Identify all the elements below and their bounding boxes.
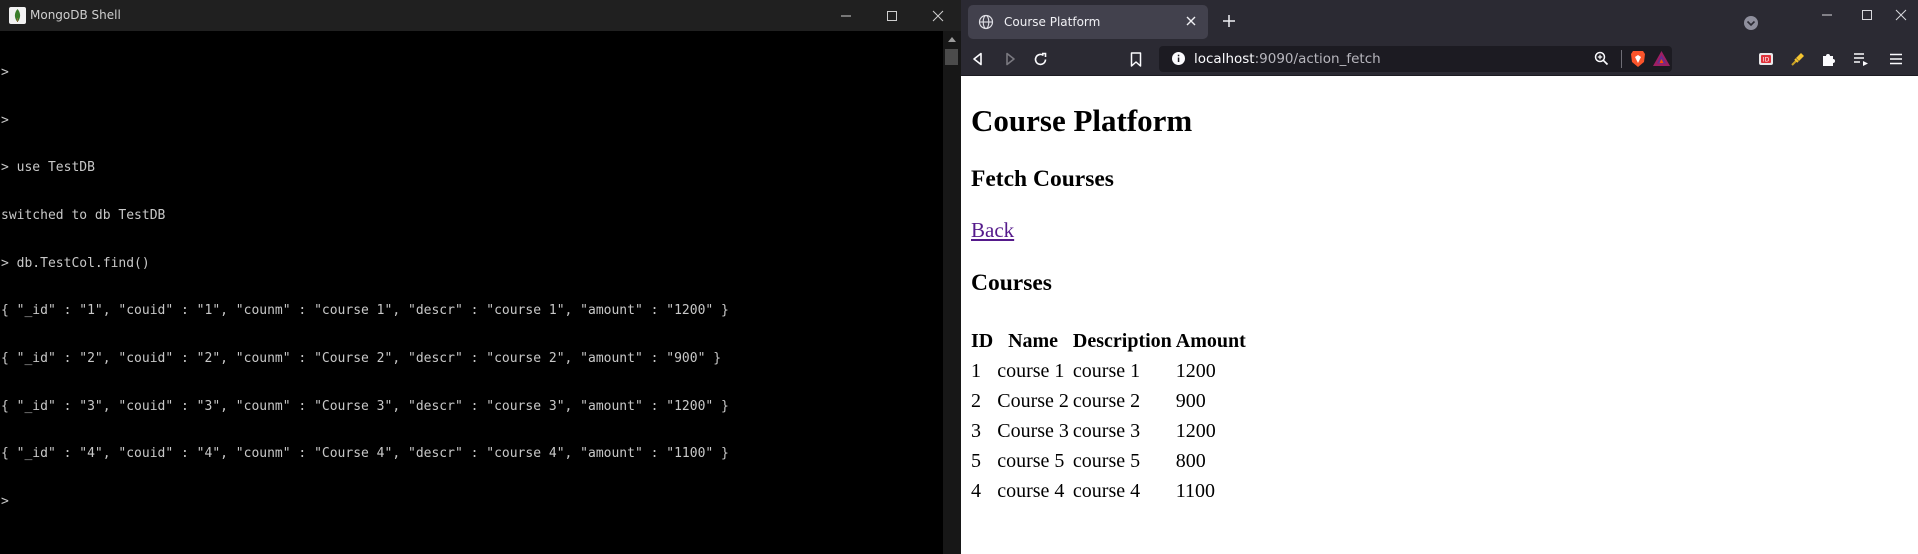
cell-name: course 4 — [997, 479, 1065, 502]
cell-name: Course 2 — [997, 389, 1069, 412]
extension-adblock-icon[interactable]: ID — [1753, 46, 1779, 72]
cell-id: 2 — [971, 389, 981, 412]
terminal-close-button[interactable] — [915, 0, 961, 31]
browser-maximize-button[interactable] — [1850, 0, 1884, 30]
cell-description: course 1 — [1072, 359, 1141, 382]
mongodb-leaf-icon — [9, 7, 26, 24]
cell-amount: 1100 — [1175, 479, 1216, 502]
brave-shield-icon[interactable] — [1630, 50, 1646, 73]
browser-minimize-button[interactable] — [1804, 0, 1850, 30]
terminal-line: { "_id" : "2", "couid" : "2", "counm" : … — [1, 351, 722, 367]
terminal-line: > — [1, 112, 9, 128]
cell-description: course 2 — [1072, 389, 1141, 412]
mongodb-shell-window: MongoDB Shell > > > use TestDB switched … — [0, 0, 961, 554]
cell-name: course 5 — [997, 449, 1065, 472]
courses-heading: Courses — [971, 270, 1052, 296]
zoom-icon[interactable] — [1594, 51, 1609, 71]
terminal-line: { "_id" : "3", "couid" : "3", "counm" : … — [1, 398, 729, 414]
browser-toolbar: localhost:9090/action_fetch ID — [961, 43, 1918, 76]
terminal-line: > — [1, 64, 9, 80]
terminal-prompt-line: > — [1, 494, 9, 510]
column-header-description: Description — [1072, 329, 1172, 352]
url-text[interactable]: localhost:9090/action_fetch — [1194, 51, 1381, 67]
terminal-line: > use TestDB — [1, 160, 95, 176]
terminal-minimize-button[interactable] — [823, 0, 869, 31]
terminal-maximize-button[interactable] — [869, 0, 915, 31]
browser-tab[interactable]: Course Platform — [968, 5, 1208, 39]
menu-hamburger-icon[interactable] — [1885, 46, 1907, 72]
cell-id: 3 — [971, 419, 981, 442]
browser-close-button[interactable] — [1884, 0, 1918, 30]
column-header-name: Name — [1008, 329, 1059, 352]
terminal-line: switched to db TestDB — [1, 207, 166, 223]
cell-amount: 800 — [1175, 449, 1206, 472]
terminal-line: { "_id" : "1", "couid" : "1", "counm" : … — [1, 303, 729, 319]
media-playlist-icon[interactable] — [1848, 46, 1874, 72]
list-all-tabs-icon[interactable] — [1743, 15, 1759, 31]
table-row: 1 course 1 course 1 1200 — [971, 356, 1246, 386]
extensions-puzzle-icon[interactable] — [1816, 46, 1842, 72]
table-row: 2 Course 2 course 2 900 — [971, 386, 1246, 416]
url-host: localhost — [1194, 51, 1255, 67]
cell-id: 1 — [971, 359, 981, 382]
terminal-title: MongoDB Shell — [30, 8, 121, 22]
page-subtitle: Fetch Courses — [971, 166, 1114, 192]
brave-rewards-triangle-icon[interactable] — [1653, 51, 1670, 71]
info-icon[interactable] — [1171, 51, 1186, 71]
cell-id: 5 — [971, 449, 981, 472]
tab-title: Course Platform — [1004, 15, 1101, 29]
terminal-line: { "_id" : "4", "couid" : "4", "counm" : … — [1, 446, 729, 462]
new-tab-plus-icon[interactable] — [1219, 11, 1239, 31]
cell-description: course 5 — [1072, 449, 1141, 472]
page-title: Course Platform — [971, 103, 1193, 138]
terminal-scroll-thumb[interactable] — [945, 49, 958, 65]
table-row: 4 course 4 course 4 1100 — [971, 476, 1246, 506]
back-arrow-icon[interactable] — [965, 46, 991, 72]
table-row: 5 course 5 course 5 800 — [971, 446, 1246, 476]
globe-icon — [978, 14, 994, 35]
terminal-output[interactable]: > > > use TestDB switched to db TestDB >… — [0, 31, 941, 554]
bookmark-icon[interactable] — [1123, 46, 1149, 72]
back-link[interactable]: Back — [971, 218, 1014, 243]
column-header-id: ID — [971, 329, 994, 352]
cell-id: 4 — [971, 479, 981, 502]
terminal-line: > db.TestCol.find() — [1, 255, 150, 271]
browser-tab-strip: Course Platform — [961, 0, 1918, 43]
terminal-titlebar[interactable]: MongoDB Shell — [0, 0, 961, 31]
cell-amount: 1200 — [1175, 359, 1216, 382]
url-path: :9090/action_fetch — [1254, 51, 1381, 67]
urlbar-separator — [1621, 50, 1622, 68]
cell-name: Course 3 — [997, 419, 1069, 442]
cell-name: course 1 — [997, 359, 1065, 382]
terminal-scrollbar[interactable] — [943, 31, 961, 554]
courses-table: ID Name Description Amount 1 course 1 co… — [967, 326, 1250, 506]
tab-close-icon[interactable] — [1183, 13, 1199, 29]
scroll-up-arrow-icon[interactable] — [943, 34, 961, 44]
cell-description: course 3 — [1072, 419, 1141, 442]
extension-broom-icon[interactable] — [1785, 46, 1811, 72]
cell-description: course 4 — [1072, 479, 1141, 502]
cell-amount: 1200 — [1175, 419, 1216, 442]
table-row: 3 Course 3 course 3 1200 — [971, 416, 1246, 446]
cell-amount: 900 — [1175, 389, 1206, 412]
table-header-row: ID Name Description Amount — [971, 326, 1246, 356]
browser-window: Course Platform localhost:9090/action_fe… — [961, 0, 1918, 554]
address-bar[interactable]: localhost:9090/action_fetch — [1159, 46, 1672, 72]
reload-icon[interactable] — [1027, 46, 1053, 72]
page-content: Course Platform Fetch Courses Back Cours… — [961, 77, 1918, 554]
svg-text:ID: ID — [1763, 57, 1770, 64]
column-header-amount: Amount — [1175, 329, 1246, 352]
forward-arrow-icon[interactable] — [997, 46, 1023, 72]
